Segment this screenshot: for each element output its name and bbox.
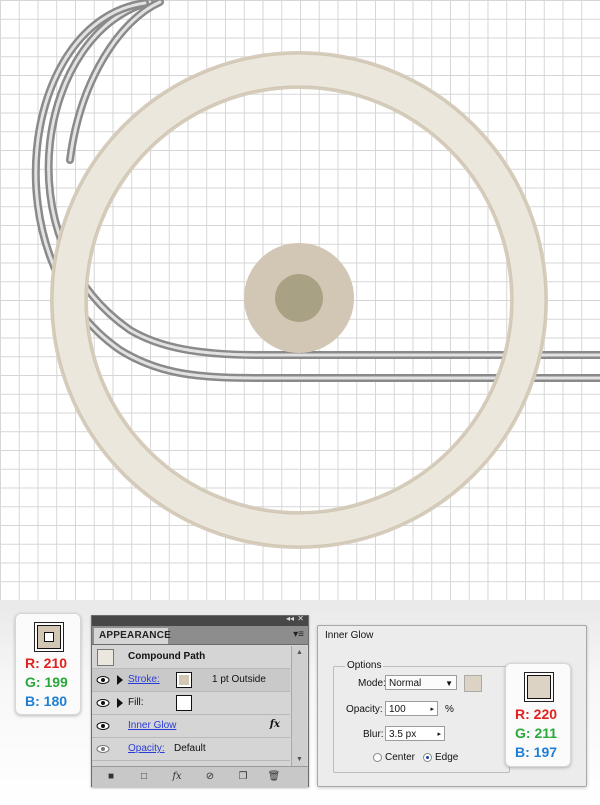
stroke-label[interactable]: Stroke: xyxy=(128,674,160,685)
mode-value: Normal xyxy=(389,678,422,689)
duplicate-icon[interactable]: ❐ xyxy=(236,770,250,784)
edge-label: Edge xyxy=(435,752,459,763)
close-icon[interactable]: ✕ xyxy=(297,614,304,623)
center-label: Center xyxy=(385,752,416,763)
fx-icon[interactable]: fx xyxy=(270,719,280,730)
glow-color-swatch[interactable] xyxy=(464,675,482,692)
opacity-unit: % xyxy=(445,704,454,715)
chevron-right-icon[interactable]: ▸ xyxy=(437,727,441,742)
opacity-label[interactable]: Opacity: xyxy=(128,743,165,754)
eye-icon[interactable] xyxy=(95,718,111,734)
artboard-canvas[interactable] xyxy=(0,0,600,600)
opacity-value: Default xyxy=(174,743,206,754)
r-value: R: 210 xyxy=(25,655,68,671)
dialog-title: Inner Glow xyxy=(325,630,374,641)
hub-shape xyxy=(244,243,354,353)
tab-appearance[interactable]: APPEARANCE xyxy=(94,628,171,644)
eye-icon[interactable] xyxy=(95,741,111,757)
new-art-icon[interactable]: ■ xyxy=(104,770,118,784)
opacity-row[interactable]: Opacity: Default xyxy=(92,738,290,761)
clear-icon[interactable]: □ xyxy=(137,770,151,784)
opacity-field-label: Opacity: xyxy=(346,704,383,715)
r-value: R: 220 xyxy=(515,706,558,722)
scrollbar[interactable]: ▲ ▼ xyxy=(291,646,307,766)
stroke-value: 1 pt Outside xyxy=(212,674,266,685)
stroke-swatch[interactable] xyxy=(176,672,192,688)
artwork xyxy=(31,0,600,549)
opacity-input-value: 100 xyxy=(389,704,406,715)
color-swatch-card-left: R: 210 G: 199 B: 180 xyxy=(15,613,81,715)
options-label: Options xyxy=(345,660,384,671)
expand-triangle-icon[interactable] xyxy=(117,675,123,685)
blur-input-value: 3.5 px xyxy=(389,729,417,740)
inner-glow-row[interactable]: Inner Glow fx xyxy=(92,715,290,738)
mode-select[interactable]: Normal ▼ xyxy=(385,675,457,690)
object-row[interactable]: Compound Path xyxy=(92,646,290,669)
color-swatch-left xyxy=(34,622,64,652)
g-value: G: 211 xyxy=(515,725,558,741)
panel-tabrow: APPEARANCE ▾≡ xyxy=(92,626,308,645)
panel-menu-icon[interactable]: ▾≡ xyxy=(293,629,304,640)
object-label: Compound Path xyxy=(128,651,206,662)
scroll-up-icon[interactable]: ▲ xyxy=(296,649,303,656)
color-swatch-right xyxy=(524,672,554,702)
rgb-values-right: R: 220 G: 211 B: 197 xyxy=(515,706,557,763)
delete-icon[interactable]: ⊘ xyxy=(203,770,217,784)
edge-radio[interactable] xyxy=(423,753,432,762)
object-thumbnail xyxy=(97,649,114,666)
inner-glow-label[interactable]: Inner Glow xyxy=(128,720,176,731)
chevron-right-icon[interactable]: ▸ xyxy=(430,702,434,717)
b-value: B: 180 xyxy=(25,693,68,709)
blur-input[interactable]: 3.5 px ▸ xyxy=(385,726,445,741)
center-radio[interactable] xyxy=(373,753,382,762)
trash-icon[interactable]: 🗑 xyxy=(267,770,281,784)
eye-icon[interactable] xyxy=(95,672,111,688)
mode-label: Mode: xyxy=(358,678,386,689)
b-value: B: 197 xyxy=(515,744,558,760)
add-effect-icon[interactable]: fx xyxy=(170,770,184,784)
panel-toolbar: ■ □ fx ⊘ ❐ 🗑 xyxy=(92,766,308,787)
fill-label: Fill: xyxy=(128,697,144,708)
blur-label: Blur: xyxy=(363,729,384,740)
opacity-input[interactable]: 100 ▸ xyxy=(385,701,438,716)
panel-titlebar[interactable]: ◂◂ ✕ xyxy=(92,614,308,626)
eye-icon[interactable] xyxy=(95,695,111,711)
chevron-down-icon: ▼ xyxy=(445,679,453,688)
expand-triangle-icon[interactable] xyxy=(117,698,123,708)
stroke-row[interactable]: Stroke: 1 pt Outside xyxy=(92,669,290,692)
g-value: G: 199 xyxy=(25,674,68,690)
appearance-panel: ◂◂ ✕ APPEARANCE ▾≡ Compound Path Stroke:… xyxy=(91,614,309,787)
fill-row[interactable]: Fill: xyxy=(92,692,290,715)
color-swatch-card-right: R: 220 G: 211 B: 197 xyxy=(505,663,571,767)
rgb-values-left: R: 210 G: 199 B: 180 xyxy=(25,655,68,712)
fill-swatch[interactable] xyxy=(176,695,192,711)
scroll-down-icon[interactable]: ▼ xyxy=(296,756,303,763)
collapse-icon[interactable]: ◂◂ xyxy=(286,614,294,623)
